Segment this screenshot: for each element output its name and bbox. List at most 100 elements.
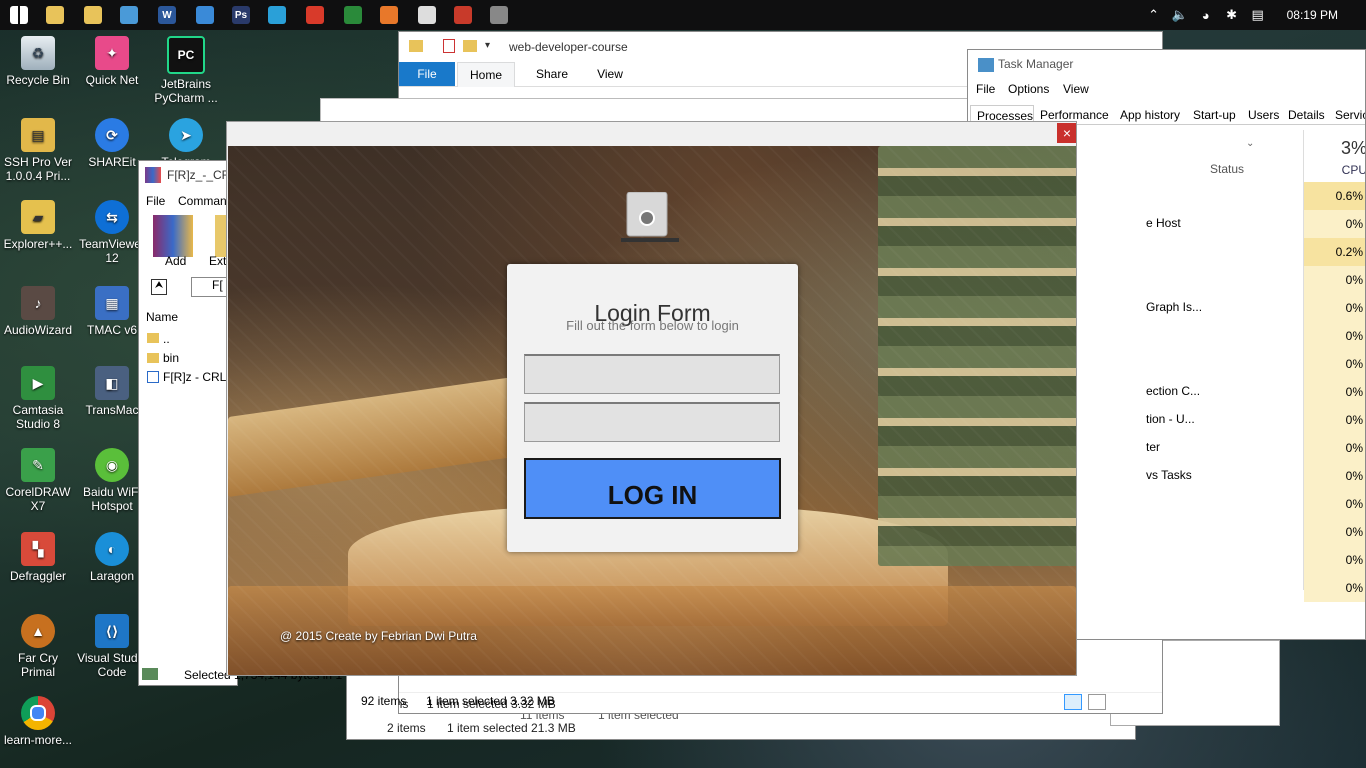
tm-menu-options[interactable]: Options (1008, 82, 1049, 96)
desktop-icon-pycharm[interactable]: PC JetBrains PyCharm ... (148, 36, 224, 105)
tab-services[interactable]: Servic (1335, 105, 1365, 125)
process-name[interactable]: e Host (1146, 216, 1181, 230)
firefox-icon[interactable] (380, 6, 398, 24)
chevron-up-icon[interactable]: ⌃ (1145, 6, 1163, 24)
wifi-hotspot-icon: ◉ (95, 448, 129, 482)
wifi-icon[interactable]: ✱ (1223, 6, 1241, 24)
desktop-icon-label: Recycle Bin (6, 73, 70, 87)
cpu-value: 0% (1304, 406, 1365, 434)
file-row[interactable]: .. (163, 332, 170, 346)
tool-add[interactable]: Add (165, 254, 186, 268)
chevron-down-icon[interactable]: ▾ (485, 40, 490, 51)
vscode-icon: ⟨⟩ (95, 614, 129, 648)
details-view-icon[interactable] (1064, 694, 1082, 710)
desktop-icon-label: Baidu WiFi Hotspot (82, 485, 141, 513)
column-status[interactable]: Status (1210, 162, 1244, 176)
process-name[interactable]: ter (1146, 440, 1160, 454)
photoshop-icon[interactable]: Ps (232, 6, 250, 24)
cpu-value: 0.6% (1304, 182, 1365, 210)
tab-details[interactable]: Details (1288, 105, 1325, 125)
password-field[interactable] (524, 402, 780, 442)
desktop-icon-learn-more[interactable]: learn-more... (0, 696, 76, 747)
tm-menu-file[interactable]: File (976, 82, 995, 96)
tab-view[interactable]: View (585, 62, 635, 86)
network-globe-icon[interactable]: ◕ (1197, 6, 1215, 24)
network-icon[interactable] (120, 6, 138, 24)
username-field[interactable] (524, 354, 780, 394)
quick-net-icon: ✦ (95, 36, 129, 70)
winrar-window[interactable]: F[R]z_-_CRLF File Command Add Extr ⮝ F[ … (138, 160, 238, 686)
cpu-value: 0% (1304, 434, 1365, 462)
teamviewer-icon: ⇆ (95, 200, 129, 234)
cpu-value: 0% (1304, 210, 1365, 238)
tab-users[interactable]: Users (1248, 105, 1279, 125)
search-app-icon[interactable] (268, 6, 286, 24)
cpu-value: 0% (1304, 350, 1365, 378)
up-folder-icon[interactable]: ⮝ (151, 279, 167, 295)
tab-startup[interactable]: Start-up (1193, 105, 1236, 125)
login-app-window[interactable]: × Login Form Fill out the form below to … (226, 121, 1077, 676)
tab-app-history[interactable]: App history (1120, 105, 1180, 125)
cpu-value: 0% (1304, 546, 1365, 574)
column-name[interactable]: Name (146, 310, 178, 324)
start-icon[interactable] (10, 6, 28, 24)
clipboard-clip-icon (621, 192, 679, 242)
app-icon[interactable] (196, 6, 214, 24)
cpu-value: 0% (1304, 518, 1365, 546)
desktop-icon-explorer-plus[interactable]: ▰ Explorer++... (0, 200, 76, 251)
desktop-icon-defraggler[interactable]: ▚ Defraggler (0, 532, 76, 583)
word-icon[interactable]: W (158, 6, 176, 24)
clock[interactable]: 08:19 PM (1287, 8, 1338, 22)
volume-icon[interactable]: 🔈 (1171, 6, 1189, 24)
task-manager-title: Task Manager (998, 57, 1074, 71)
tmac-icon: ▦ (95, 286, 129, 320)
desktop-icon-camtasia[interactable]: ▶ Camtasia Studio 8 (0, 366, 76, 431)
winrar-menu-file[interactable]: File (146, 194, 165, 208)
login-button[interactable]: LOG IN (524, 458, 781, 519)
process-name[interactable]: vs Tasks (1146, 468, 1192, 482)
desktop-icon-quick-net[interactable]: ✦ Quick Net (74, 36, 150, 87)
close-button[interactable]: × (1057, 123, 1076, 143)
recycle-bin-icon: ♻ (21, 36, 55, 70)
column-cpu[interactable]: CPU (1304, 163, 1365, 177)
process-name[interactable]: tion - U... (1146, 412, 1195, 426)
desktop-icon-label: Explorer++... (3, 237, 73, 251)
file-explorer-icon[interactable] (46, 6, 64, 24)
file-icon (147, 371, 159, 383)
shareit-icon: ⟳ (95, 118, 129, 152)
file-row[interactable]: F[R]z - CRLF (163, 370, 234, 384)
folder-icon (147, 353, 159, 363)
window-title: web-developer-course (509, 40, 628, 54)
desktop-icon-audiowizard[interactable]: ♪ AudioWizard (0, 286, 76, 337)
desktop-icon-recycle-bin[interactable]: ♻ Recycle Bin (0, 36, 76, 87)
cpu-value: 0.2% (1304, 238, 1365, 266)
desktop-icon-ssh-pro[interactable]: ▤ SSH Pro Ver 1.0.0.4 Pri... (0, 118, 76, 183)
new-folder-icon[interactable] (463, 40, 477, 52)
tab-share[interactable]: Share (527, 62, 577, 86)
folder-icon[interactable] (84, 6, 102, 24)
action-center-icon[interactable]: ▤ (1249, 6, 1267, 24)
form-subtitle: Fill out the form below to login (566, 318, 739, 333)
tm-menu-view[interactable]: View (1063, 82, 1089, 96)
camtasia-icon[interactable] (344, 6, 362, 24)
desktop-icon-label: Laragon (89, 569, 135, 583)
tab-home[interactable]: Home (457, 62, 515, 87)
desktop-icon-label: Visual Studio Code (77, 651, 147, 679)
huawei-icon[interactable] (306, 6, 324, 24)
app3-icon[interactable] (490, 6, 508, 24)
status-item-count: 2 items (387, 721, 426, 735)
desktop-icon-label: TMAC v6 (86, 323, 137, 337)
desktop-icon-label: learn-more... (3, 733, 73, 747)
desktop-icon-label: Quick Net (85, 73, 139, 87)
window-icon[interactable] (418, 6, 436, 24)
process-name[interactable]: Graph Is... (1146, 300, 1202, 314)
process-name[interactable]: ection C... (1146, 384, 1200, 398)
properties-icon[interactable] (443, 39, 455, 53)
file-row[interactable]: bin (163, 351, 179, 365)
add-archive-icon[interactable] (153, 215, 193, 257)
desktop-icon-far-cry[interactable]: ▲ Far Cry Primal (0, 614, 76, 679)
app2-icon[interactable] (454, 6, 472, 24)
large-icons-view-icon[interactable] (1088, 694, 1106, 710)
desktop-icon-coreldraw[interactable]: ✎ CorelDRAW X7 (0, 448, 76, 513)
tab-file[interactable]: File (399, 62, 455, 86)
